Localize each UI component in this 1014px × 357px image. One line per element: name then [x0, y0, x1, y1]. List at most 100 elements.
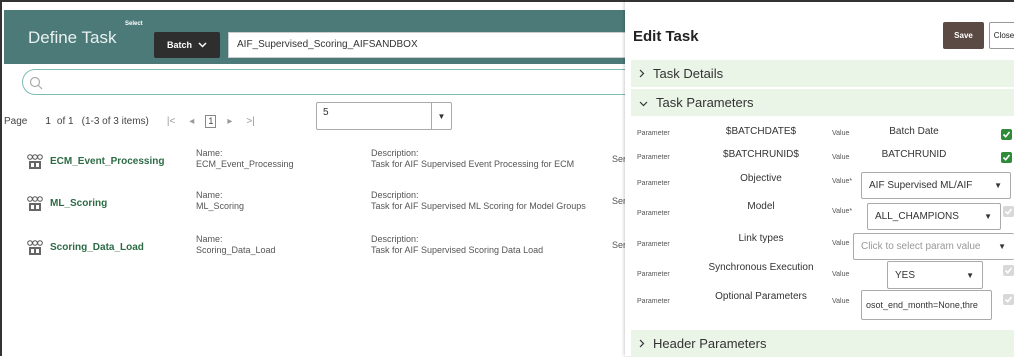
task-row[interactable]: ML_Scoring Name: ML_Scoring Description:…	[24, 190, 631, 220]
last-page-icon[interactable]: >|	[246, 116, 254, 127]
objective-select[interactable]: AIF Supervised ML/AIF ▼	[861, 172, 1011, 199]
page-count: of 1	[56, 115, 74, 127]
parameter-name: $BATCHRUNID$	[723, 149, 799, 160]
objective-value: AIF Supervised ML/AIF	[869, 180, 973, 191]
param-checkbox[interactable]	[1003, 206, 1014, 217]
param-checkbox[interactable]	[1001, 152, 1012, 163]
value-label: Value	[832, 240, 850, 247]
items-range: (1-3 of 3 items)	[81, 115, 149, 127]
name-value: Scoring_Data_Load	[196, 245, 276, 255]
page-label: Page	[4, 115, 28, 127]
parameter-name: Model	[747, 201, 775, 212]
parameter-name: Synchronous Execution	[708, 262, 814, 273]
value-label: Value*	[832, 208, 853, 215]
param-checkbox[interactable]	[1003, 294, 1014, 305]
param-checkbox[interactable]	[1001, 129, 1012, 140]
task-row[interactable]: Scoring_Data_Load Name: Scoring_Data_Loa…	[24, 234, 631, 264]
value-label: Value	[832, 298, 850, 305]
link-types-placeholder: Click to select param value	[861, 241, 981, 252]
param-row: Parameter $BATCHDATE$ Value Batch Date	[631, 124, 1014, 144]
page-number-input[interactable]: 1	[205, 114, 217, 128]
task-name-link[interactable]: ML_Scoring	[50, 198, 107, 209]
optional-parameters-input[interactable]: osot_end_month=None,thre	[861, 290, 992, 320]
caret-down-icon: ▼	[966, 270, 974, 280]
caret-down-icon: ▼	[431, 103, 451, 129]
batch-dropdown-button[interactable]: Batch	[154, 32, 220, 58]
page-size-select[interactable]: 5 ▼	[316, 102, 452, 130]
define-task-panel: Define Task Select Batch AIF_Supervised_…	[0, 0, 640, 356]
task-node-icon	[26, 240, 44, 261]
task-name-link[interactable]: ECM_Event_Processing	[50, 156, 165, 167]
page-title: Define Task	[28, 28, 117, 47]
description-value: Task for AIF Supervised Event Processing…	[371, 159, 575, 169]
description-label: Description:	[371, 234, 419, 244]
current-page: 1	[45, 115, 51, 127]
param-row: Parameter Optional Parameters Value osot…	[631, 288, 1014, 324]
value-label: Value*	[832, 178, 853, 185]
chevron-down-icon	[198, 40, 207, 50]
prev-page-icon[interactable]: ◂	[189, 116, 194, 127]
first-page-icon[interactable]: |<	[167, 116, 175, 127]
parameter-name: Objective	[740, 173, 782, 184]
section-label: Header Parameters	[653, 336, 767, 351]
chevron-right-icon	[639, 66, 645, 81]
header-bar: Define Task Select Batch AIF_Supervised_…	[4, 10, 630, 64]
task-node-icon	[26, 196, 44, 217]
header-parameters-section[interactable]: Header Parameters	[631, 330, 1014, 357]
name-value: ECM_Event_Processing	[196, 159, 294, 169]
model-value: ALL_CHAMPIONS	[875, 211, 959, 222]
section-label: Task Details	[653, 66, 724, 81]
parameter-name: Optional Parameters	[715, 291, 807, 302]
task-row[interactable]: ECM_Event_Processing Name: ECM_Event_Pro…	[24, 148, 631, 178]
model-select[interactable]: ALL_CHAMPIONS ▼	[867, 203, 1001, 230]
value-label: Value	[832, 271, 850, 278]
task-node-icon	[26, 154, 44, 175]
chevron-right-icon	[639, 336, 645, 351]
close-button[interactable]: Close	[989, 22, 1014, 49]
param-row: Parameter Model Value* ALL_CHAMPIONS ▼	[631, 200, 1014, 232]
value-label: Value	[832, 154, 850, 161]
synchronous-execution-select[interactable]: YES ▼	[887, 261, 983, 289]
parameter-label: Parameter	[637, 154, 670, 161]
chevron-down-icon	[639, 95, 648, 110]
caret-down-icon: ▼	[984, 212, 992, 221]
section-label: Task Parameters	[656, 95, 754, 110]
link-types-select[interactable]: Click to select param value ▼	[853, 233, 1014, 260]
select-label: Select	[125, 21, 143, 27]
parameter-label: Parameter	[637, 130, 670, 137]
page-size-value: 5	[323, 107, 329, 118]
param-checkbox[interactable]	[1003, 265, 1014, 276]
parameter-value: Batch Date	[889, 126, 939, 137]
parameter-name: $BATCHDATE$	[725, 126, 797, 137]
caret-down-icon: ▼	[994, 181, 1002, 190]
search-icon	[29, 76, 43, 90]
value-label: Value	[832, 130, 850, 137]
parameter-label: Parameter	[637, 210, 670, 217]
task-parameters-section[interactable]: Task Parameters	[631, 89, 1014, 116]
description-value: Task for AIF Supervised Scoring Data Loa…	[371, 245, 544, 255]
task-name-link[interactable]: Scoring_Data_Load	[50, 242, 144, 253]
edit-task-panel: Edit Task Save Close Task Details Task P…	[625, 0, 1014, 357]
batch-button-label: Batch	[166, 40, 192, 50]
description-value: Task for AIF Supervised ML Scoring for M…	[371, 201, 586, 211]
parameter-label: Parameter	[637, 298, 670, 305]
synchronous-execution-value: YES	[895, 269, 916, 281]
name-label: Name:	[196, 190, 223, 200]
name-label: Name:	[196, 234, 223, 244]
batch-name-field[interactable]: AIF_Supervised_Scoring_AIFSANDBOX	[228, 32, 630, 58]
next-page-icon[interactable]: ▸	[227, 116, 232, 127]
name-value: ML_Scoring	[196, 201, 245, 211]
param-row: Parameter Objective Value* AIF Supervise…	[631, 170, 1014, 202]
optional-parameters-value: osot_end_month=None,thre	[866, 300, 978, 310]
save-button[interactable]: Save	[943, 22, 984, 49]
param-row: Parameter Link types Value Click to sele…	[631, 230, 1014, 262]
search-input[interactable]	[22, 69, 632, 95]
parameter-name: Link types	[738, 233, 784, 244]
parameter-label: Parameter	[637, 241, 670, 248]
pagination: Page 1 of 1 (1-3 of 3 items) |< ◂ 1 ▸ >|	[4, 108, 262, 134]
description-label: Description:	[371, 190, 419, 200]
name-label: Name:	[196, 148, 223, 158]
parameter-label: Parameter	[637, 271, 670, 278]
parameter-value: BATCHRUNID	[881, 149, 947, 160]
task-details-section[interactable]: Task Details	[631, 60, 1014, 87]
